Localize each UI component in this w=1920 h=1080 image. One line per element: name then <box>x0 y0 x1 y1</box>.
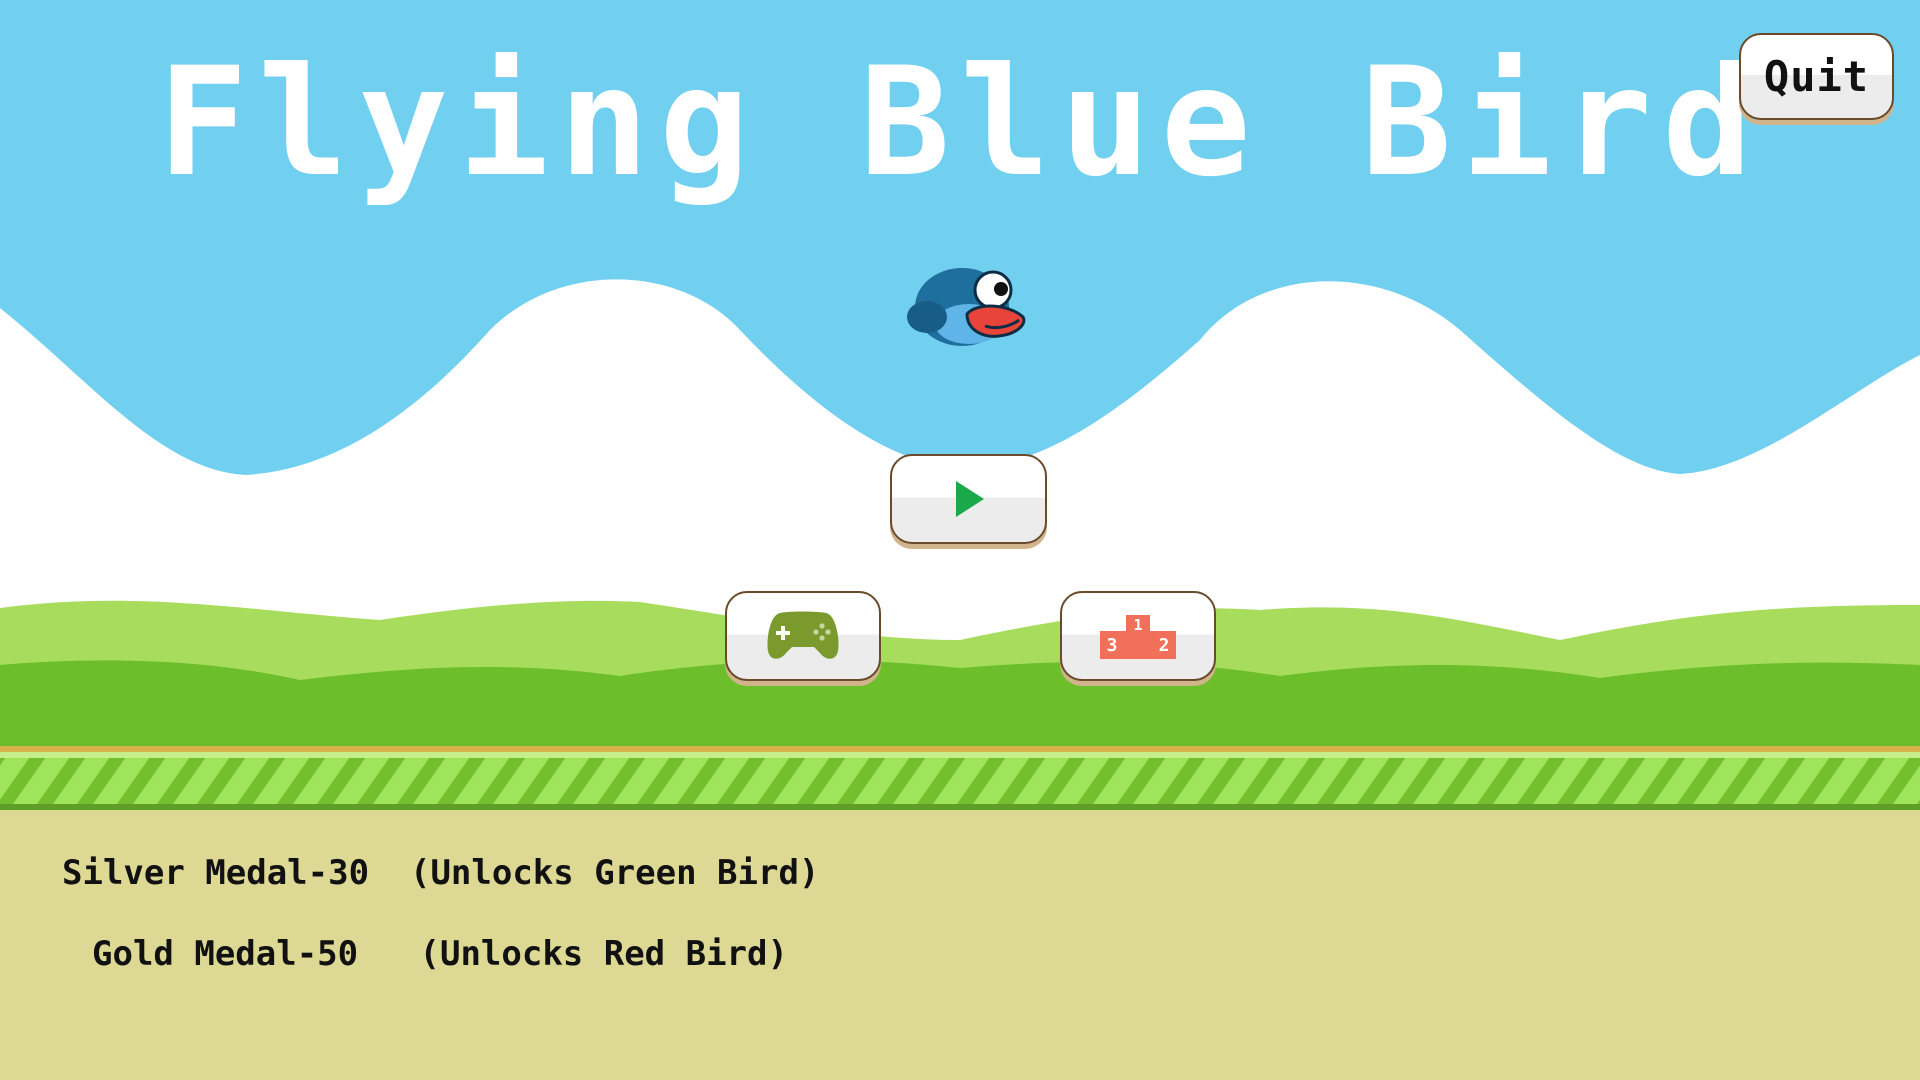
game-title: Flying Blue Bird <box>157 36 1763 210</box>
quit-button[interactable]: Quit <box>1739 33 1894 120</box>
ground-shadow <box>0 804 1920 810</box>
games-button[interactable] <box>725 591 881 681</box>
blue-bird <box>907 268 1026 346</box>
podium-first: 1 <box>1133 616 1142 634</box>
bird-pupil <box>994 282 1008 296</box>
play-icon <box>955 481 984 517</box>
quit-label: Quit <box>1763 52 1870 101</box>
ground-edge <box>0 746 1920 752</box>
ground-stripes <box>0 758 1920 804</box>
podium-third: 3 <box>1107 635 1118 656</box>
grass-top <box>0 752 1920 758</box>
bird-wing <box>907 301 947 333</box>
gamepad-icon <box>767 611 839 659</box>
play-button[interactable] <box>890 454 1047 544</box>
podium-icon: 1 3 2 <box>1100 615 1176 659</box>
podium-second: 2 <box>1159 635 1170 656</box>
leaderboard-button[interactable]: 1 3 2 <box>1060 591 1216 681</box>
game-scene: Flying Blue Bird Quit 1 3 2 Silver Medal… <box>0 0 1920 1080</box>
silver-medal-info: Silver Medal-30 (Unlocks Green Bird) <box>62 853 820 893</box>
gold-medal-info: Gold Medal-50 (Unlocks Red Bird) <box>92 934 788 974</box>
